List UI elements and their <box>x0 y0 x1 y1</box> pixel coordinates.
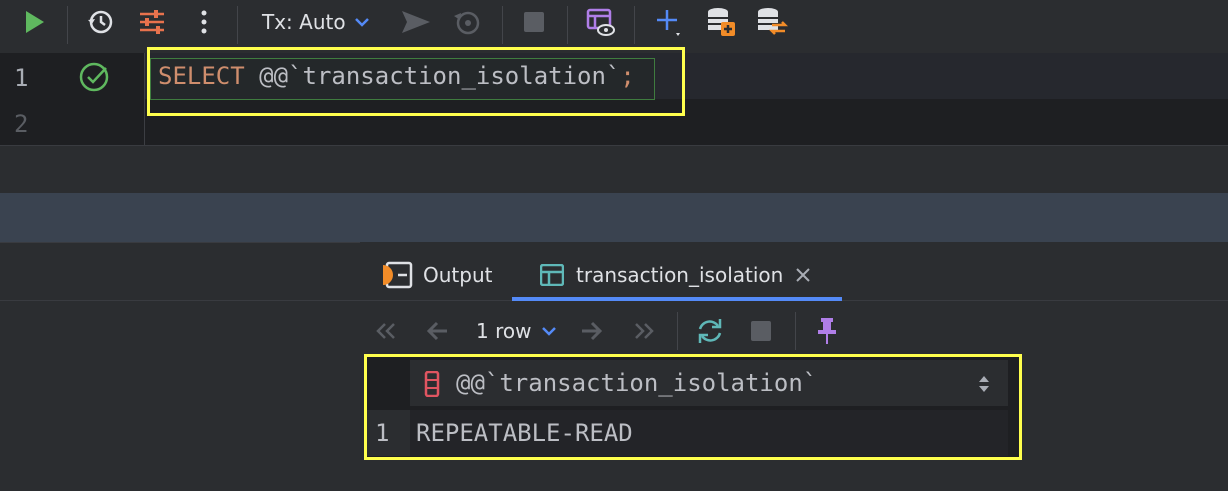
double-chevron-left-icon <box>376 323 395 339</box>
refresh-icon <box>698 319 722 343</box>
toolbar-separator <box>677 312 678 350</box>
double-chevron-right-icon <box>635 323 654 339</box>
row-count-dropdown[interactable]: 1 row <box>476 314 557 348</box>
services-tree-panel <box>0 242 360 491</box>
tab-transaction-isolation[interactable]: transaction_isolation <box>540 258 811 292</box>
check-circle-icon <box>79 62 109 92</box>
previous-page-button[interactable] <box>425 314 449 348</box>
chevron-down-icon <box>542 327 557 336</box>
tab-output[interactable]: Output <box>383 258 492 292</box>
toolbar-separator <box>634 6 635 44</box>
close-icon[interactable] <box>795 267 811 283</box>
annotation-highlight-box <box>364 354 1022 460</box>
pin-tab-button[interactable] <box>816 314 838 348</box>
explain-plan-icon <box>586 8 615 36</box>
editor-footer <box>0 146 1228 193</box>
settings-button[interactable] <box>136 6 168 38</box>
next-page-button[interactable] <box>580 314 604 348</box>
table-icon <box>540 264 564 286</box>
panel-splitter[interactable] <box>0 193 1228 242</box>
cancel-query-button[interactable] <box>750 314 772 348</box>
line-number: 1 <box>14 64 29 92</box>
arrow-left-icon <box>426 321 447 341</box>
active-tab-indicator <box>512 297 842 301</box>
stop-icon <box>524 12 544 32</box>
tx-mode-dropdown[interactable]: Tx: Auto <box>262 6 374 38</box>
stop-button[interactable] <box>520 6 548 38</box>
datasource-switch-icon <box>758 8 788 35</box>
tab-label: transaction_isolation <box>576 263 784 287</box>
rollback-icon <box>454 11 480 35</box>
datasource-add-button[interactable] <box>704 6 738 38</box>
stop-icon <box>751 321 771 341</box>
refresh-button[interactable] <box>696 314 724 348</box>
first-page-button[interactable] <box>374 314 398 348</box>
toolbar-separator <box>502 6 503 44</box>
toolbar-separator <box>67 6 68 44</box>
run-icon <box>26 11 44 33</box>
settings-icon <box>140 10 164 34</box>
pin-icon <box>818 318 836 344</box>
line-number: 2 <box>14 110 29 138</box>
panel-divider <box>0 300 360 301</box>
history-button[interactable] <box>84 6 116 38</box>
datasource-add-icon <box>708 8 735 36</box>
toolbar-separator <box>237 6 238 44</box>
rollback-button[interactable] <box>450 6 484 38</box>
output-icon <box>383 261 413 289</box>
toolbar-separator <box>567 6 568 44</box>
more-icon <box>201 10 207 34</box>
execution-success-marker <box>78 61 110 97</box>
history-icon <box>88 10 113 34</box>
tx-mode-label: Tx: Auto <box>262 10 346 34</box>
submit-button[interactable] <box>398 6 434 38</box>
annotation-highlight-box <box>147 47 685 116</box>
explain-plan-button[interactable] <box>584 6 618 38</box>
more-button[interactable] <box>190 6 218 38</box>
gutter-divider <box>144 53 145 145</box>
add-icon <box>657 10 680 36</box>
editor-toolbar: Tx: Auto <box>0 0 1228 45</box>
arrow-right-icon <box>582 321 603 341</box>
last-page-button[interactable] <box>632 314 656 348</box>
row-count-label: 1 row <box>476 319 532 343</box>
add-button[interactable] <box>652 6 686 38</box>
tab-label: Output <box>423 263 493 287</box>
run-button[interactable] <box>18 6 52 38</box>
toolbar-separator <box>795 312 796 350</box>
chevron-down-icon <box>354 18 369 27</box>
datasource-switch-button[interactable] <box>754 6 790 38</box>
submit-icon <box>402 11 430 33</box>
